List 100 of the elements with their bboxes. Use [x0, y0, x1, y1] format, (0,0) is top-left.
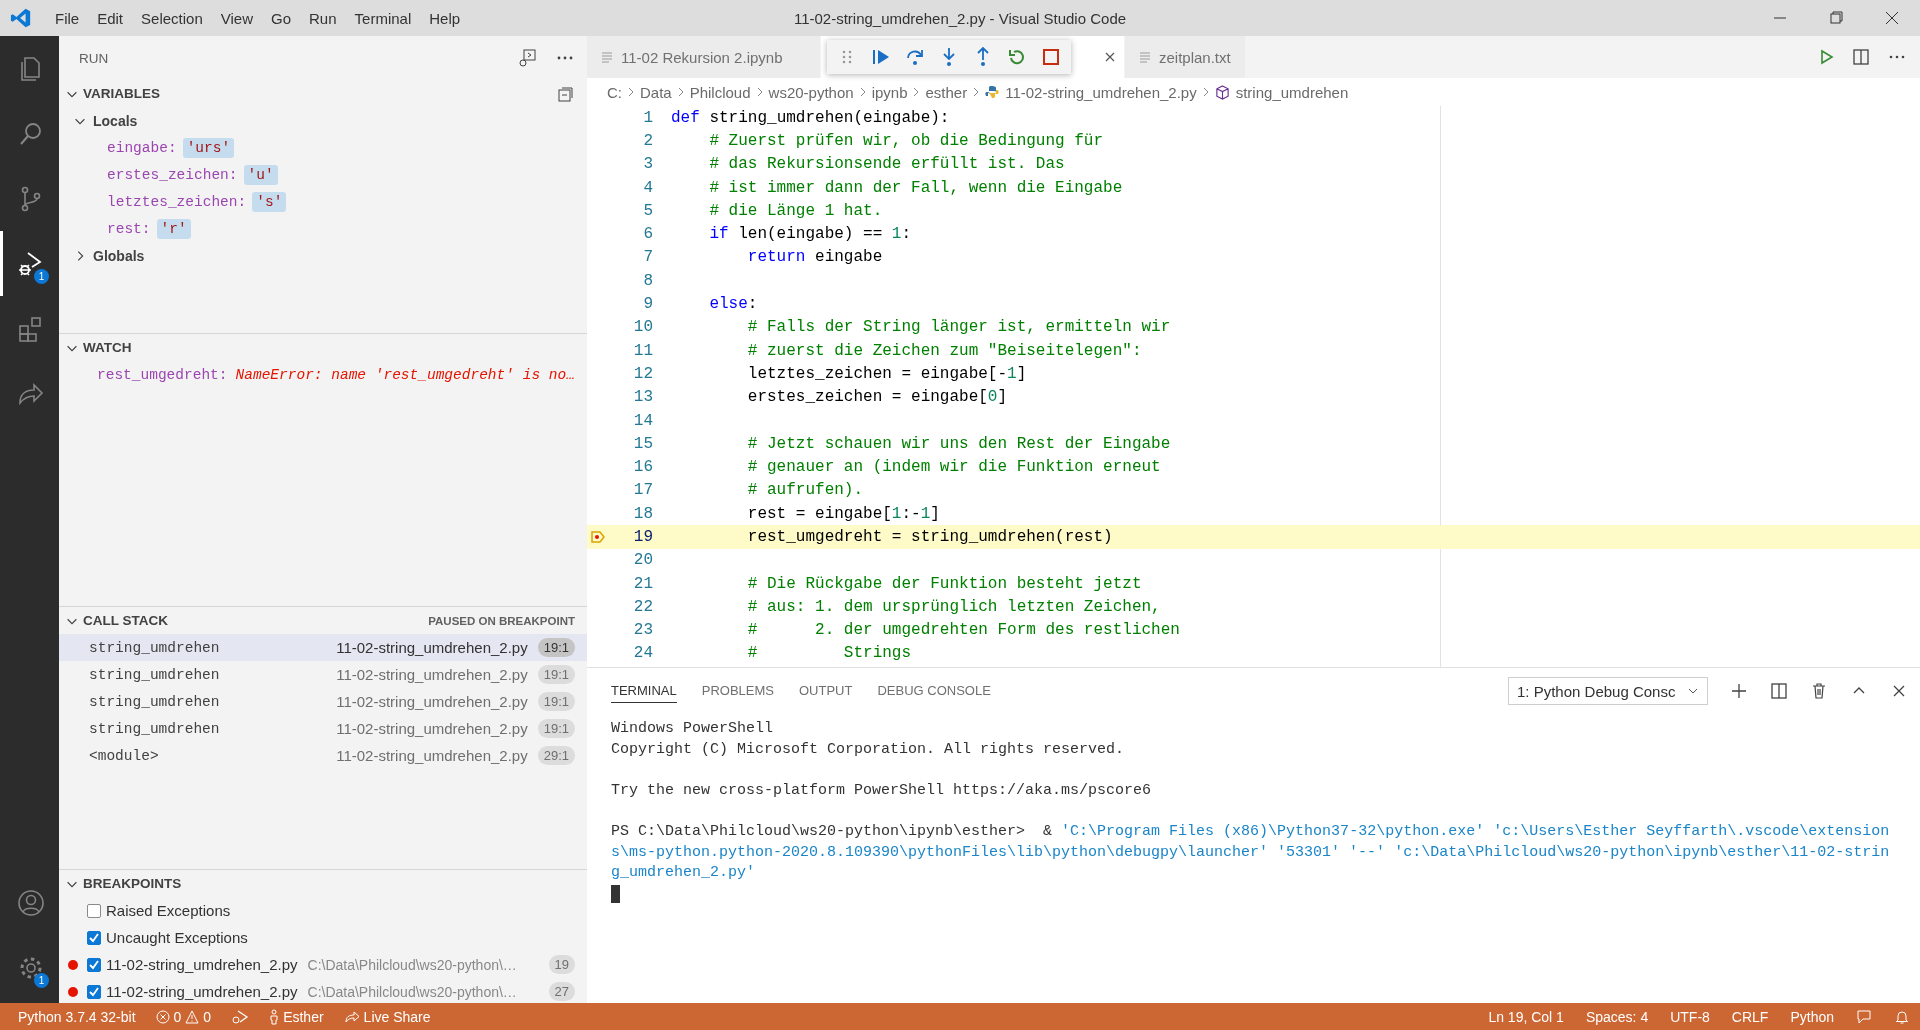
menu-item[interactable]: View	[211, 5, 262, 31]
run-icon[interactable]	[1818, 49, 1834, 65]
watch-error: NameError: name 'rest_umgedreht' is no…	[235, 366, 575, 383]
line-number: 24	[632, 644, 653, 663]
restart-icon[interactable]	[1007, 47, 1027, 67]
section-title[interactable]: VARIABLES	[83, 86, 160, 101]
terminal-line: s\ms-python.python-2020.8.109390\pythonFiles\lib\python\debugpy\launcher' '53301' '--' 'c:\Data\Philcloud\ws20-python\ipynb\esther\11-02-strin	[611, 843, 1890, 861]
menu-item[interactable]: File	[46, 5, 89, 31]
line-number: 5	[642, 201, 653, 220]
interpreter-status[interactable]: Python 3.7.4 32-bit	[18, 1008, 136, 1025]
menu-item[interactable]: Help	[420, 5, 470, 31]
breakpoint-path: C:\Data\Philcloud\ws20-python\…	[307, 956, 517, 973]
count-badge: 1	[34, 973, 49, 988]
debug-console-icon[interactable]	[517, 48, 537, 68]
status-item[interactable]: Ln 19, Col 1	[1488, 1008, 1564, 1025]
breakpoint-label[interactable]: 11-02-string_umdrehen_2.py	[106, 983, 298, 1000]
stack-frame[interactable]: <module> 11-02-string_umdrehen_2.py 29:1	[59, 742, 587, 769]
line-number: 23	[632, 621, 653, 640]
editor-tab[interactable]: zeitplan.txt	[1125, 36, 1246, 78]
menu-item[interactable]: Terminal	[345, 5, 421, 31]
line-number: 18	[632, 504, 653, 523]
breakpoint-label[interactable]: Raised Exceptions	[106, 902, 231, 919]
plus-icon[interactable]	[1730, 682, 1748, 700]
stack-frame[interactable]: string_umdrehen 11-02-string_umdrehen_2.py 19:1	[59, 661, 587, 688]
stack-frame[interactable]: string_umdrehen 11-02-string_umdrehen_2.py 19:1	[59, 688, 587, 715]
close-icon[interactable]	[1104, 51, 1116, 63]
account-icon[interactable]	[16, 887, 46, 918]
stop-icon[interactable]	[1041, 47, 1061, 67]
panel-tab[interactable]: TERMINAL	[611, 679, 677, 703]
collapse-all-icon[interactable]	[557, 84, 575, 103]
scope-label[interactable]: Globals	[93, 247, 145, 264]
breadcrumb-item[interactable]: C:	[607, 83, 622, 101]
line-number: 6	[642, 225, 653, 244]
breadcrumb-item[interactable]: 11-02-string_umdrehen_2.py	[1005, 83, 1197, 101]
breadcrumb-item[interactable]: Philcloud	[689, 83, 751, 101]
code-text: # Die Rückgabe der Funktion besteht jetzt	[746, 574, 1142, 593]
bell-icon[interactable]	[1894, 1008, 1910, 1025]
code-text: rest = eingabe[1:-1]	[746, 504, 940, 523]
menu-item[interactable]: Go	[262, 5, 300, 31]
menu-item[interactable]: Run	[300, 5, 346, 31]
continue-icon[interactable]	[871, 47, 891, 67]
variable-value: 'urs'	[182, 137, 235, 158]
panel-tab[interactable]: OUTPUT	[799, 679, 853, 703]
panel-tab[interactable]: PROBLEMS	[701, 679, 774, 703]
breakpoint-label[interactable]: 11-02-string_umdrehen_2.py	[106, 956, 298, 973]
file-lines-icon	[1139, 50, 1151, 64]
code-text: letztes_zeichen = eingabe[-1]	[746, 364, 1027, 383]
terminal-dropdown[interactable]: 1: Python Debug Consc	[1508, 677, 1708, 705]
menu-item[interactable]: Edit	[88, 5, 133, 31]
status-item[interactable]: Spaces: 4	[1585, 1008, 1649, 1025]
paused-breakpoint-icon[interactable]	[590, 529, 606, 545]
checkbox[interactable]	[87, 984, 101, 999]
breakpoint-dot-icon[interactable]	[68, 986, 78, 997]
checkbox[interactable]	[87, 957, 101, 972]
checkbox[interactable]	[87, 903, 101, 918]
stack-frame[interactable]: string_umdrehen 11-02-string_umdrehen_2.py 19:1	[59, 634, 587, 661]
panel-tab[interactable]: DEBUG CONSOLE	[877, 679, 991, 703]
editor-tab[interactable]: 11-02 Rekursion 2.ipynb	[587, 36, 821, 78]
debug-icon[interactable]	[231, 1008, 250, 1025]
step-over-icon[interactable]	[905, 47, 925, 67]
user-name[interactable]: Esther	[283, 1008, 324, 1025]
status-item[interactable]: Python	[1790, 1008, 1834, 1025]
status-item[interactable]: CRLF	[1731, 1008, 1769, 1025]
live-share-status[interactable]: Live Share	[363, 1008, 431, 1025]
section-title[interactable]: WATCH	[83, 340, 132, 355]
error-icon[interactable]	[155, 1009, 170, 1024]
stack-frame[interactable]: string_umdrehen 11-02-string_umdrehen_2.py 19:1	[59, 715, 587, 742]
text-cursor	[611, 884, 620, 903]
line-number: 1	[642, 108, 653, 127]
breadcrumb-item[interactable]: esther	[925, 83, 968, 101]
variable-name: erstes_zeichen:	[107, 166, 238, 183]
warning-count[interactable]: 0	[203, 1008, 212, 1025]
trash-icon[interactable]	[1810, 682, 1828, 700]
line-number: 9	[642, 295, 653, 313]
line-number: 20	[632, 551, 653, 570]
variable-value: 'u'	[243, 164, 278, 185]
cube-icon	[1214, 84, 1230, 100]
feedback-icon[interactable]	[1856, 1008, 1872, 1025]
section-title[interactable]: BREAKPOINTS	[83, 876, 182, 891]
code-text: # 2. der umgedrehten Form des restlichen	[746, 621, 1180, 640]
breakpoint-label[interactable]: Uncaught Exceptions	[106, 929, 248, 946]
terminal-line: Copyright (C) Microsoft Corporation. All rights reserved.	[611, 740, 1125, 758]
breadcrumb-item[interactable]: ipynb	[871, 83, 908, 101]
section-title[interactable]: CALL STACK	[83, 613, 168, 628]
status-item[interactable]: UTF-8	[1670, 1008, 1710, 1025]
scope-label[interactable]: Locals	[93, 112, 138, 129]
breadcrumb-item[interactable]: string_umdrehen	[1235, 83, 1349, 101]
checkbox[interactable]	[87, 930, 101, 945]
line-number: 4	[642, 178, 653, 197]
breadcrumb-item[interactable]: Data	[640, 83, 672, 101]
split-terminal-icon[interactable]	[1770, 682, 1788, 700]
breakpoint-dot-icon[interactable]	[68, 959, 78, 970]
code-text: # genauer an (indem wir die Funktion erneut	[746, 458, 1161, 477]
split-editor-icon[interactable]	[1852, 48, 1870, 66]
warning-icon[interactable]	[185, 1009, 200, 1024]
code-text: # Strings	[746, 644, 912, 663]
code-text: if len(eingabe) == 1:	[708, 225, 912, 244]
menu-item[interactable]: Selection	[132, 5, 212, 31]
error-count[interactable]: 0	[173, 1008, 182, 1025]
breadcrumb-item[interactable]: ws20-python	[768, 83, 854, 101]
